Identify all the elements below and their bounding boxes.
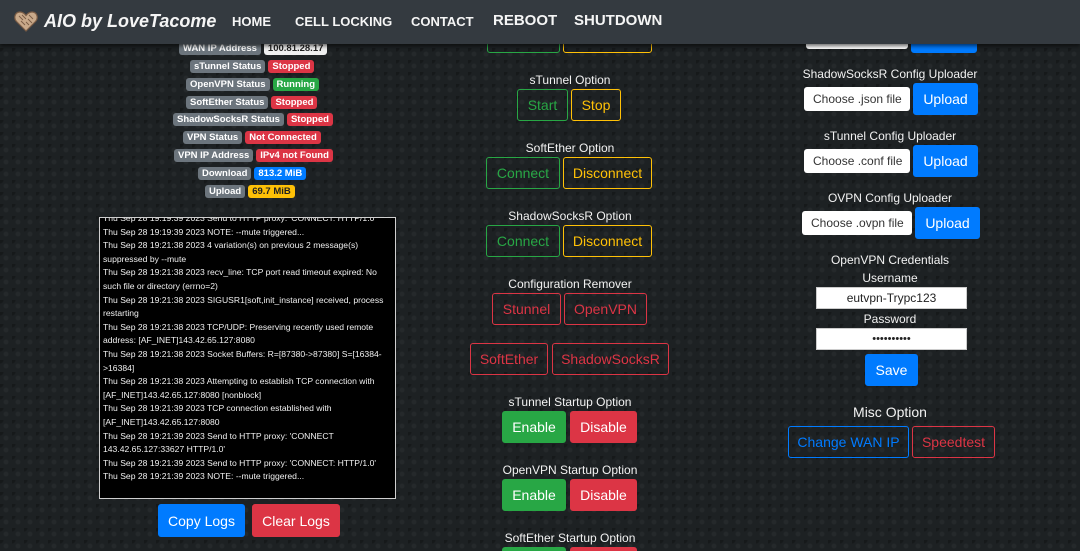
- copy-logs-button[interactable]: Copy Logs: [158, 504, 245, 537]
- username-label: Username: [862, 271, 918, 285]
- softether-startup-title: SoftEther Startup Option: [504, 531, 636, 545]
- password-label: Password: [863, 312, 917, 326]
- softether-connect-button[interactable]: Connect: [486, 157, 560, 189]
- log-line: Thu Sep 28 19:21:39 2023 NOTE: --mute tr…: [103, 471, 305, 482]
- save-credentials-button[interactable]: Save: [865, 354, 918, 386]
- badge-value: Stopped: [268, 60, 315, 73]
- remove-openvpn-button[interactable]: OpenVPN: [564, 293, 647, 325]
- badge-value: 813.2 MiB: [254, 167, 307, 180]
- nav-contact[interactable]: CONTACT: [411, 14, 474, 29]
- ovpn-choose-file-button[interactable]: Choose .ovpn file: [802, 211, 912, 235]
- change-wan-ip-button[interactable]: Change WAN IP: [788, 426, 909, 458]
- log-line: Thu Sep 28 19:21:39 2023 Send to HTTP pr…: [103, 430, 337, 455]
- badge-value: 69.7 MiB: [248, 185, 295, 198]
- log-line: Thu Sep 28 19:19:39 2023 NOTE: --mute tr…: [103, 226, 305, 237]
- softether-startup-enable-button[interactable]: [502, 547, 566, 551]
- log-line: Thu Sep 28 19:21:38 2023 Socket Buffers:…: [103, 348, 382, 373]
- badge-value: Stopped: [286, 113, 333, 126]
- username-input[interactable]: eutvpn-Trypc123: [816, 287, 967, 309]
- credentials-title: OpenVPN Credentials: [830, 253, 950, 267]
- remove-stunnel-button[interactable]: Stunnel: [492, 293, 561, 325]
- log-line: Thu Sep 28 19:21:38 2023 recv_line: TCP …: [103, 267, 380, 291]
- password-input[interactable]: ••••••••••: [816, 328, 967, 350]
- softether-disconnect-button[interactable]: Disconnect: [563, 157, 652, 189]
- config-remover-title: Configuration Remover: [508, 277, 632, 291]
- log-line: Thu Sep 28 19:19:39 2023 Send to HTTP pr…: [103, 217, 377, 223]
- heart-logo-icon: [14, 11, 38, 32]
- openvpn-startup-title: OpenVPN Startup Option: [502, 463, 638, 477]
- status-upload: Upload 69.7 MiB: [205, 185, 295, 198]
- speedtest-button[interactable]: Speedtest: [912, 426, 995, 458]
- badge-value: IPv4 not Found: [256, 149, 333, 162]
- stunnel-start-button[interactable]: Start: [517, 89, 568, 121]
- badge-label: ShadowSocksR Status: [173, 113, 284, 126]
- misc-option-title: Misc Option: [853, 404, 927, 420]
- stunnel-uploader-title: sTunnel Config Uploader: [823, 129, 957, 143]
- ovpn-uploader-title: OVPN Config Uploader: [827, 191, 953, 205]
- badge-value: Not Connected: [245, 131, 321, 144]
- nav-home[interactable]: HOME: [232, 14, 271, 29]
- shadowsocksr-option-title: ShadowSocksR Option: [508, 209, 632, 223]
- log-console[interactable]: Thu Sep 28 19:19:39 2023 Send to HTTP pr…: [99, 217, 396, 499]
- status-shadowsocksr: ShadowSocksR Status Stopped: [173, 113, 333, 126]
- badge-label: Download: [198, 167, 252, 180]
- brand-title: AIO by LoveTacome: [44, 10, 217, 31]
- clear-logs-button[interactable]: Clear Logs: [252, 504, 340, 537]
- status-openvpn: OpenVPN Status Running: [186, 78, 320, 91]
- shadowsocksr-connect-button[interactable]: Connect: [486, 225, 560, 257]
- badge-value: Running: [272, 78, 320, 91]
- ssr-upload-button[interactable]: Upload: [913, 83, 978, 115]
- status-stunnel: sTunnel Status Stopped: [190, 60, 315, 73]
- stunnel-startup-enable-button[interactable]: Enable: [502, 411, 566, 443]
- softether-option-title: SoftEther Option: [525, 141, 615, 155]
- badge-label: OpenVPN Status: [186, 78, 270, 91]
- nav-cell-locking[interactable]: CELL LOCKING: [295, 14, 392, 29]
- log-line: Thu Sep 28 19:21:39 2023 TCP connection …: [103, 403, 334, 427]
- badge-label: VPN Status: [183, 131, 243, 144]
- stunnel-startup-disable-button[interactable]: Disable: [570, 411, 637, 443]
- log-line: Thu Sep 28 19:21:38 2023 SIGUSR1[soft,in…: [103, 294, 386, 319]
- nav-reboot[interactable]: REBOOT: [493, 12, 557, 29]
- status-vpn-ip: VPN IP Address IPv4 not Found: [174, 149, 333, 162]
- status-download: Download 813.2 MiB: [198, 167, 307, 180]
- openvpn-startup-disable-button[interactable]: Disable: [570, 479, 637, 511]
- stunnel-stop-button[interactable]: Stop: [571, 89, 621, 121]
- badge-label: Upload: [205, 185, 246, 198]
- softether-startup-disable-button[interactable]: [570, 547, 637, 551]
- remove-shadowsocksr-button[interactable]: ShadowSocksR: [552, 343, 669, 375]
- ovpn-upload-button[interactable]: Upload: [915, 207, 980, 239]
- openvpn-startup-enable-button[interactable]: Enable: [502, 479, 566, 511]
- badge-label: SoftEther Status: [186, 96, 269, 109]
- log-line: Thu Sep 28 19:21:39 2023 Send to HTTP pr…: [103, 457, 377, 468]
- navbar: AIO by LoveTacome HOME CELL LOCKING CONT…: [0, 0, 1080, 44]
- log-line: Thu Sep 28 19:21:38 2023 Attempting to e…: [103, 376, 377, 400]
- ssr-choose-file-button[interactable]: Choose .json file: [804, 87, 910, 111]
- shadowsocksr-disconnect-button[interactable]: Disconnect: [563, 225, 652, 257]
- ssr-uploader-title: ShadowSocksR Config Uploader: [802, 67, 978, 81]
- remove-softether-button[interactable]: SoftEther: [470, 343, 548, 375]
- status-softether: SoftEther Status Stopped: [186, 96, 318, 109]
- badge-value: Stopped: [271, 96, 318, 109]
- stunnel-choose-file-button[interactable]: Choose .conf file: [804, 149, 910, 173]
- badge-label: VPN IP Address: [174, 149, 254, 162]
- brand[interactable]: AIO by LoveTacome: [14, 10, 216, 32]
- log-line: Thu Sep 28 19:21:38 2023 4 variation(s) …: [103, 240, 361, 264]
- stunnel-option-title: sTunnel Option: [529, 73, 611, 87]
- stunnel-startup-title: sTunnel Startup Option: [508, 395, 632, 409]
- badge-label: sTunnel Status: [190, 60, 266, 73]
- status-vpn: VPN Status Not Connected: [183, 131, 321, 144]
- log-line: Thu Sep 28 19:21:38 2023 TCP/UDP: Preser…: [103, 321, 376, 346]
- stunnel-upload-button[interactable]: Upload: [913, 145, 978, 177]
- nav-shutdown[interactable]: SHUTDOWN: [574, 12, 662, 29]
